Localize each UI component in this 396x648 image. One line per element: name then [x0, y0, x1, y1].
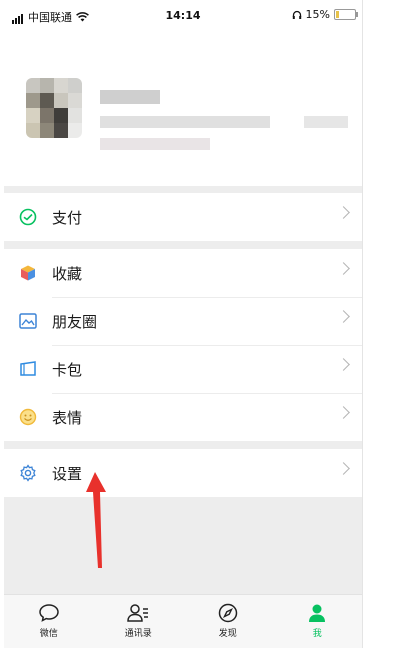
menu-item-cards[interactable]: 卡包	[4, 345, 362, 393]
tab-label-contacts: 通讯录	[124, 629, 152, 639]
menu-item-pay[interactable]: 支付	[4, 193, 362, 241]
phone-screen: 中国联通 14:14 15% 支付 收藏 朋友圈 卡包 表情 设置 微信 通讯录…	[4, 0, 363, 648]
menu-label-settings: 设置	[52, 464, 83, 483]
menu-item-favorites[interactable]: 收藏	[4, 249, 362, 297]
settings-group: 设置	[4, 449, 362, 497]
profile-header[interactable]	[4, 30, 362, 186]
wechat-id-blurred	[100, 116, 270, 128]
compass-icon	[218, 603, 237, 623]
tab-label-discover: 发现	[218, 629, 237, 639]
main-menu-group: 收藏 朋友圈 卡包 表情	[4, 249, 362, 441]
pay-group: 支付	[4, 193, 362, 241]
headphones-icon	[292, 10, 301, 19]
chevron-right-icon	[337, 358, 350, 371]
chevron-right-icon	[337, 206, 350, 219]
contacts-icon	[127, 604, 149, 622]
status-bar: 中国联通 14:14 15%	[4, 0, 362, 30]
status-blurred	[100, 138, 210, 150]
tab-bar: 微信 通讯录 发现 我	[4, 594, 362, 648]
menu-label-pay: 支付	[52, 208, 83, 227]
nickname-blurred	[100, 90, 160, 104]
menu-label-stickers: 表情	[52, 408, 83, 427]
chat-bubble-icon	[38, 604, 59, 622]
tab-discover[interactable]: 发现	[183, 595, 273, 648]
card-icon	[18, 359, 38, 379]
chevron-right-icon	[337, 406, 350, 419]
gear-icon	[18, 463, 38, 483]
wechat-pay-icon	[18, 207, 38, 227]
tab-chats[interactable]: 微信	[4, 595, 94, 648]
menu-item-settings[interactable]: 设置	[4, 449, 362, 497]
tab-me[interactable]: 我	[273, 595, 363, 648]
menu-item-stickers[interactable]: 表情	[4, 393, 362, 441]
smiley-icon	[18, 407, 38, 427]
chevron-right-icon	[337, 310, 350, 323]
battery-icon	[334, 9, 358, 20]
annotation-arrow	[86, 472, 106, 568]
menu-item-moments[interactable]: 朋友圈	[4, 297, 362, 345]
battery-percent: 15%	[305, 8, 330, 21]
battery-fill	[336, 11, 339, 18]
tab-label-me: 我	[312, 629, 322, 639]
image-icon	[18, 311, 38, 331]
chevron-right-icon	[337, 262, 350, 275]
menu-label-cards: 卡包	[52, 360, 83, 379]
status-right: 15%	[292, 8, 358, 21]
avatar[interactable]	[26, 78, 82, 138]
person-icon	[309, 604, 326, 622]
tab-contacts[interactable]: 通讯录	[94, 595, 184, 648]
wechat-id-blurred-extra	[304, 116, 348, 128]
menu-label-moments: 朋友圈	[52, 312, 98, 331]
tab-label-chats: 微信	[39, 629, 58, 639]
chevron-right-icon	[337, 462, 350, 475]
cube-icon	[18, 263, 38, 283]
menu-label-favorites: 收藏	[52, 264, 83, 283]
